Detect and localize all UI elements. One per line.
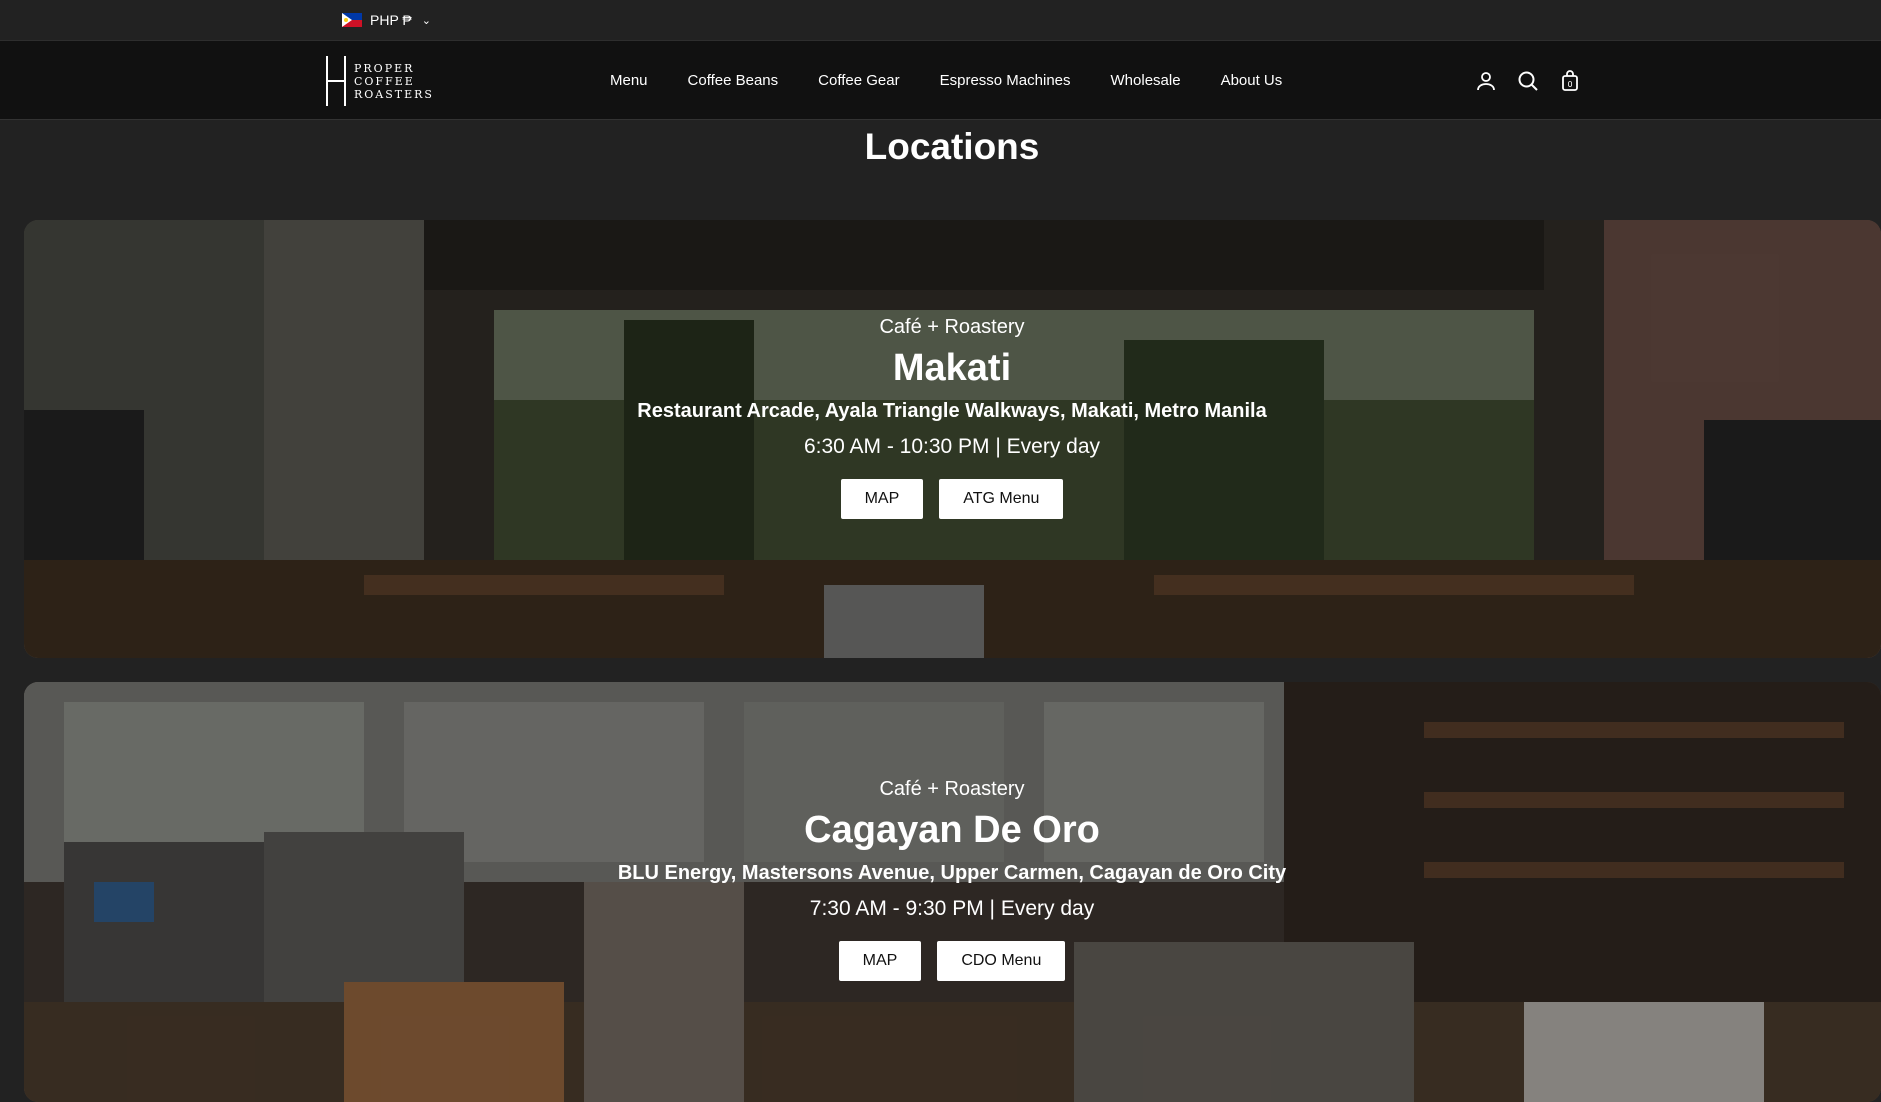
menu-button[interactable]: CDO Menu: [937, 941, 1066, 981]
nav-item-espresso-machines[interactable]: Espresso Machines: [920, 72, 1091, 89]
logo-line: ROASTERS: [354, 87, 434, 101]
main-nav: Menu Coffee Beans Coffee Gear Espresso M…: [590, 41, 1302, 119]
location-address: BLU Energy, Mastersons Avenue, Upper Car…: [617, 862, 1287, 884]
philippines-flag-icon: [342, 13, 362, 27]
account-icon[interactable]: [1474, 69, 1498, 93]
header-icons: 0: [1474, 68, 1582, 94]
logo-mark-icon: [326, 56, 346, 106]
cart-icon[interactable]: 0: [1558, 69, 1582, 93]
location-hours: 7:30 AM - 9:30 PM | Every day: [809, 897, 1095, 920]
nav-item-menu[interactable]: Menu: [590, 72, 668, 89]
location-info: Café + Roastery Makati Restaurant Arcade…: [24, 316, 1880, 519]
location-address: Restaurant Arcade, Ayala Triangle Walkwa…: [637, 400, 1267, 422]
menu-button[interactable]: ATG Menu: [939, 479, 1064, 519]
location-card-makati: Café + Roastery Makati Restaurant Arcade…: [24, 220, 1881, 658]
location-hours: 6:30 AM - 10:30 PM | Every day: [803, 435, 1101, 458]
nav-item-coffee-beans[interactable]: Coffee Beans: [668, 72, 799, 89]
currency-label: PHP ₱: [370, 12, 412, 28]
nav-item-about-us[interactable]: About Us: [1201, 72, 1303, 89]
chevron-down-icon: ⌄: [421, 14, 431, 27]
map-button[interactable]: MAP: [840, 479, 924, 519]
page-title: Locations: [864, 126, 1040, 167]
location-actions: MAP CDO Menu: [24, 941, 1880, 981]
location-type: Café + Roastery: [879, 778, 1025, 800]
currency-bar: PHP ₱ ⌄: [0, 0, 1881, 41]
logo-wordmark: PROPER COFFEE ROASTERS: [354, 62, 434, 101]
location-type: Café + Roastery: [879, 316, 1025, 338]
map-button[interactable]: MAP: [838, 941, 922, 981]
location-name: Cagayan De Oro: [804, 809, 1100, 851]
nav-item-wholesale[interactable]: Wholesale: [1091, 72, 1201, 89]
site-header: PROPER COFFEE ROASTERS Menu Coffee Beans…: [0, 41, 1881, 120]
location-name: Makati: [892, 347, 1012, 389]
search-icon[interactable]: [1516, 69, 1540, 93]
nav-item-coffee-gear[interactable]: Coffee Gear: [798, 72, 919, 89]
logo-line: PROPER: [354, 61, 415, 75]
location-card-cagayan-de-oro: Café + Roastery Cagayan De Oro BLU Energ…: [24, 682, 1881, 1102]
location-info: Café + Roastery Cagayan De Oro BLU Energ…: [24, 778, 1880, 981]
location-actions: MAP ATG Menu: [24, 479, 1880, 519]
logo-line: COFFEE: [354, 74, 415, 88]
svg-text:0: 0: [1567, 80, 1572, 89]
currency-selector[interactable]: PHP ₱ ⌄: [342, 10, 431, 30]
brand-logo[interactable]: PROPER COFFEE ROASTERS: [326, 55, 434, 107]
